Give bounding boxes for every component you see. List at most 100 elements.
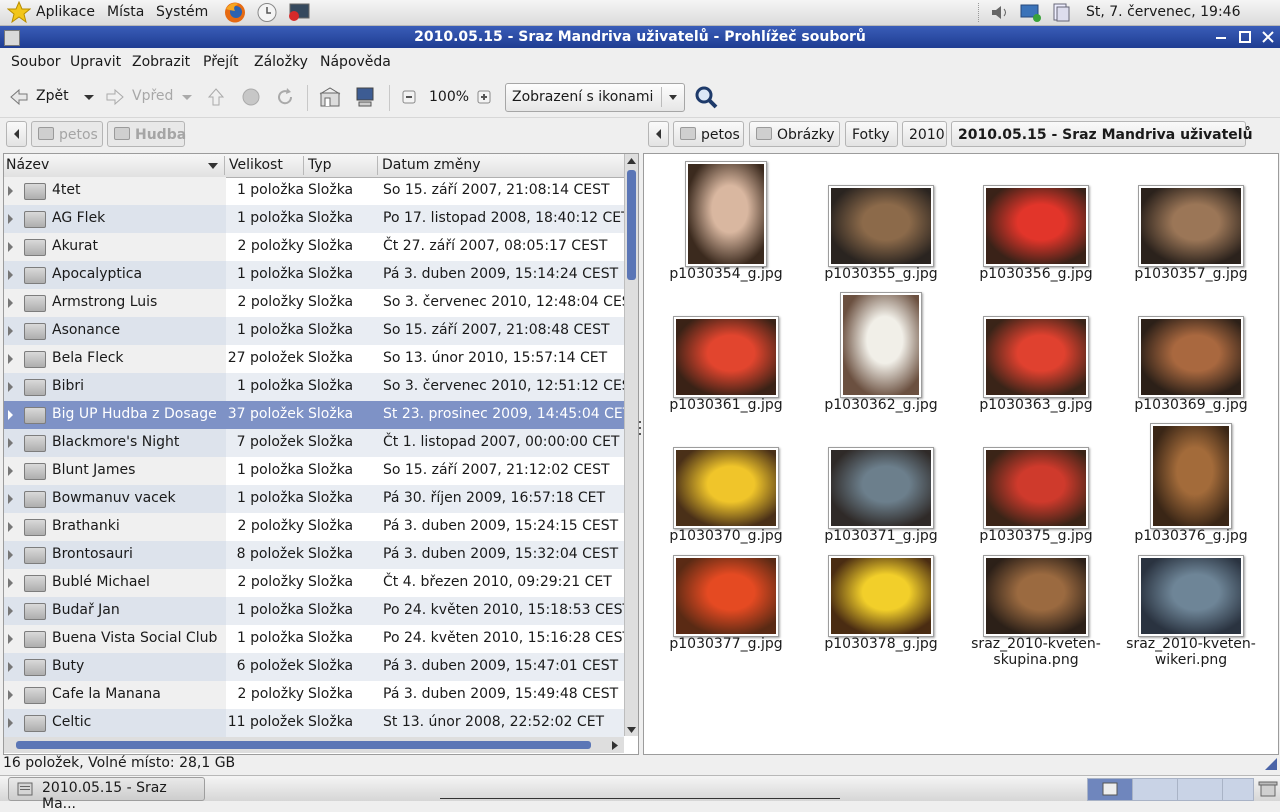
chevron-down-icon[interactable] [78,86,100,108]
menu-bookmarks[interactable]: Záložky [254,54,308,70]
image-thumbnail[interactable] [1150,423,1232,529]
image-thumbnail[interactable] [673,555,779,637]
image-thumbnail[interactable] [1138,316,1244,398]
expander-triangle-icon[interactable] [8,382,13,392]
image-thumbnail[interactable] [673,447,779,529]
workspace-3[interactable] [1177,778,1223,801]
image-thumbnail[interactable] [828,447,934,529]
right-path-current[interactable]: 2010.05.15 - Sraz Mandriva uživatelů [951,121,1253,147]
table-row[interactable]: Buena Vista Social Club 1 položka Složka Po… [4,625,624,653]
workspace-2[interactable] [1132,778,1178,801]
icon-label[interactable]: p1030362_g.jpg [806,397,956,413]
expander-triangle-icon[interactable] [8,606,13,616]
image-thumbnail[interactable] [983,316,1089,398]
image-thumbnail[interactable] [685,161,767,267]
expander-triangle-icon[interactable] [8,690,13,700]
menu-go[interactable]: Přejít [203,54,239,70]
zoom-out-icon[interactable] [398,86,420,108]
forward-button[interactable]: Vpřed [104,85,194,109]
image-thumbnail[interactable] [840,292,922,398]
expander-triangle-icon[interactable] [8,270,13,280]
network-icon[interactable] [1019,2,1043,23]
table-row[interactable]: Brathanki 2 položky Složka Pá 3. duben 2009… [4,513,624,541]
star-icon[interactable] [6,0,32,24]
right-path-petos[interactable]: petos [673,121,744,147]
computer-icon[interactable] [354,86,376,108]
reload-icon[interactable] [274,86,296,108]
search-icon[interactable] [693,84,719,110]
back-button[interactable]: Zpět [6,85,96,109]
right-path-obrazky[interactable]: Obrázky [749,121,840,147]
expander-triangle-icon[interactable] [8,634,13,644]
maximize-icon[interactable] [1236,28,1254,46]
icon-label[interactable]: p1030361_g.jpg [651,397,801,413]
expander-triangle-icon[interactable] [8,522,13,532]
table-row[interactable]: Bowmanuv vacek 1 položka Složka Pá 30. říje… [4,485,624,513]
image-thumbnail[interactable] [828,555,934,637]
menu-system[interactable]: Systém [156,4,208,20]
table-row[interactable]: Celtic 11 položek Složka St 13. únor 2008, … [4,709,624,737]
icon-label[interactable]: sraz_2010-kveten-wikeri.png [1116,636,1266,668]
window-titlebar[interactable]: 2010.05.15 - Sraz Mandriva uživatelů - P… [0,26,1280,48]
menu-applications[interactable]: Aplikace [36,4,95,20]
expander-triangle-icon[interactable] [8,242,13,252]
vertical-scroll-thumb[interactable] [627,170,636,280]
left-path-scroll-button[interactable] [6,121,27,147]
table-row[interactable]: Asonance 1 položka Složka So 15. září 2007,… [4,317,624,345]
list-view[interactable]: Název Velikost Typ Datum změny 4tet 1 pol… [3,153,639,755]
table-row[interactable]: Apocalyptica 1 položka Složka Pá 3. duben 2… [4,261,624,289]
table-row[interactable]: Buty 6 položek Složka Pá 3. duben 2009, 15:… [4,653,624,681]
expander-triangle-icon[interactable] [8,298,13,308]
icon-label[interactable]: p1030357_g.jpg [1116,266,1266,282]
column-name-header[interactable]: Název [6,157,49,173]
right-path-fotky[interactable]: Fotky [845,121,898,147]
icon-label[interactable]: p1030355_g.jpg [806,266,956,282]
view-mode-select[interactable]: Zobrazení s ikonami [505,83,685,112]
horizontal-scrollbar[interactable] [4,737,624,753]
icon-label[interactable]: p1030370_g.jpg [651,528,801,544]
terminal-app-icon[interactable] [287,2,311,23]
table-row[interactable]: Cafe la Manana 2 položky Složka Pá 3. duben… [4,681,624,709]
up-arrow-icon[interactable] [205,86,227,108]
expander-triangle-icon[interactable] [8,438,13,448]
volume-icon[interactable] [990,3,1010,22]
image-thumbnail[interactable] [673,316,779,398]
left-path-hudba[interactable]: Hudba [107,121,186,147]
home-icon[interactable] [319,86,341,108]
icon-label[interactable]: p1030363_g.jpg [961,397,1111,413]
image-thumbnail[interactable] [828,185,934,267]
table-row[interactable]: Akurat 2 položky Složka Čt 27. září 2007, 0… [4,233,624,261]
image-thumbnail[interactable] [983,447,1089,529]
expander-triangle-icon[interactable] [8,214,13,224]
column-separator[interactable] [377,156,378,175]
column-date-header[interactable]: Datum změny [382,157,481,173]
workspace-1[interactable] [1087,778,1133,801]
icon-label[interactable]: p1030356_g.jpg [961,266,1111,282]
close-icon[interactable] [1259,28,1277,46]
icon-label[interactable]: p1030378_g.jpg [806,636,956,652]
resize-grip-icon[interactable] [1264,757,1278,771]
horizontal-scroll-thumb[interactable] [16,741,591,749]
expander-triangle-icon[interactable] [8,494,13,504]
stop-icon[interactable] [240,86,262,108]
menu-help[interactable]: Nápověda [320,54,391,70]
icon-view[interactable]: p1030354_g.jpg p1030355_g.jpg p1030356_g.j… [643,153,1279,755]
icon-label[interactable]: p1030354_g.jpg [651,266,801,282]
table-row[interactable]: 4tet 1 položka Složka So 15. září 2007, 21:… [4,177,624,205]
icon-label[interactable]: p1030376_g.jpg [1116,528,1266,544]
zoom-in-icon[interactable] [473,86,495,108]
expander-triangle-icon[interactable] [8,550,13,560]
taskbar-window-button[interactable]: 2010.05.15 - Sraz Ma... [8,777,205,812]
menu-edit[interactable]: Upravit [70,54,121,70]
table-row[interactable]: Bublé Michael 2 položky Složka Čt 4. březen… [4,569,624,597]
image-thumbnail[interactable] [983,555,1089,637]
image-thumbnail[interactable] [1138,555,1244,637]
menu-places[interactable]: Místa [107,4,144,20]
menu-view[interactable]: Zobrazit [132,54,190,70]
left-path-petos[interactable]: petos [31,121,103,147]
column-size-header[interactable]: Velikost [229,157,283,173]
expander-triangle-icon[interactable] [8,662,13,672]
table-row[interactable]: Bibri 1 položka Složka So 3. červenec 2010,… [4,373,624,401]
table-row[interactable]: AG Flek 1 položka Složka Po 17. listopad 20… [4,205,624,233]
image-thumbnail[interactable] [1138,185,1244,267]
